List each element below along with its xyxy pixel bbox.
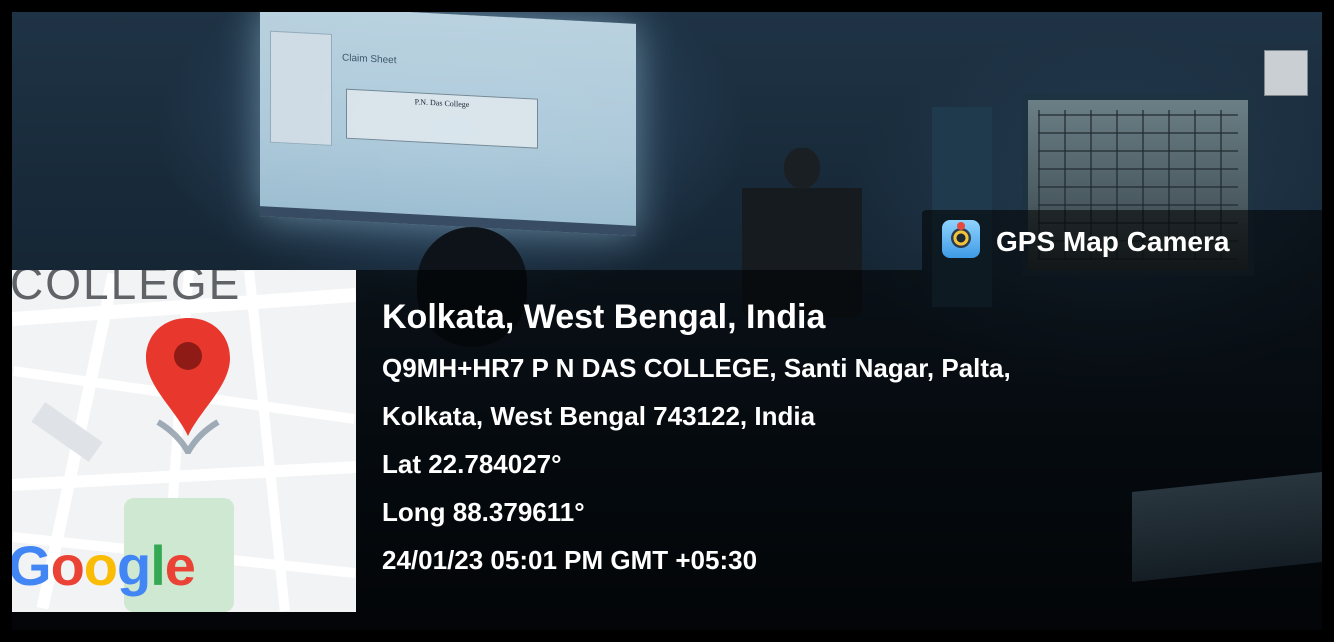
projected-sidebar [270, 30, 332, 146]
map-thumbnail: COLLEGE Google [12, 270, 356, 612]
gps-map-camera-icon [942, 220, 980, 258]
google-logo-text: Google [12, 534, 196, 597]
timestamp: 24/01/23 05:01 PM GMT +05:30 [382, 545, 758, 575]
longitude: Long 88.379611° [382, 497, 585, 527]
map-pin-icon [146, 318, 230, 454]
map-area-label: COLLEGE [12, 270, 242, 309]
map-building [31, 402, 103, 462]
place-name: Kolkata, West Bengal, India [382, 298, 826, 336]
google-logo-letter: o [83, 534, 118, 597]
camera-lens-icon [951, 228, 971, 248]
projected-college-header: P.N. Das College [346, 88, 538, 149]
projected-page-title: Claim Sheet [342, 52, 397, 67]
location-info: Kolkata, West Bengal, India Q9MH+HR7 P N… [382, 294, 1011, 584]
photo-frame: Claim Sheet P.N. Das College GPS Map Cam… [0, 0, 1334, 642]
google-logo-letter: l [150, 534, 166, 597]
map-road [12, 461, 356, 491]
wall-switchboard [1264, 50, 1308, 96]
google-logo-letter: e [164, 534, 196, 597]
pin-dot-icon [957, 222, 965, 230]
app-badge: GPS Map Camera [922, 210, 1322, 270]
google-logo-letter: o [50, 534, 85, 597]
google-logo-letter: g [117, 534, 151, 597]
latitude: Lat 22.784027° [382, 449, 562, 479]
google-logo: Google [12, 533, 196, 598]
google-logo-letter: G [12, 534, 52, 597]
address-line-2: Kolkata, West Bengal 743122, India [382, 401, 816, 431]
projected-screen: Claim Sheet P.N. Das College [260, 12, 636, 236]
classroom-photo: Claim Sheet P.N. Das College GPS Map Cam… [12, 12, 1322, 630]
address-line-1: Q9MH+HR7 P N DAS COLLEGE, Santi Nagar, P… [382, 353, 1011, 383]
app-badge-label: GPS Map Camera [996, 226, 1230, 257]
